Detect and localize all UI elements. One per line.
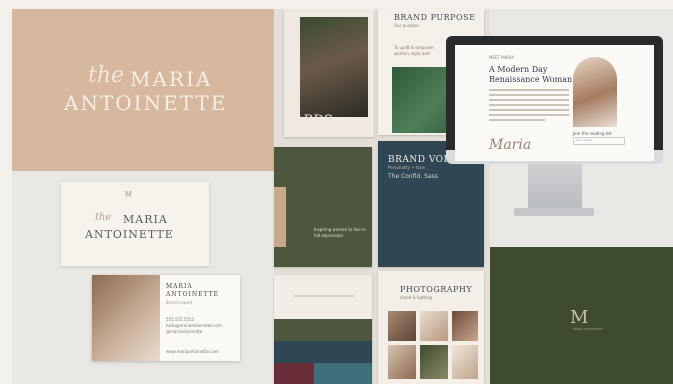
purpose-body-1: To uplift & empower xyxy=(394,45,435,50)
mood-photo xyxy=(452,311,478,341)
monogram-logo-icon: M xyxy=(570,307,589,328)
monogram-icon: M xyxy=(125,190,132,199)
card-email: hello@mariaantoinette.com xyxy=(166,323,222,328)
email-input[interactable]: Your email xyxy=(573,137,625,145)
screen-heading-2: Renaissance Woman xyxy=(489,75,573,84)
mood-photo xyxy=(388,345,416,379)
green-quote-1: Inspiring women to live in xyxy=(314,227,366,232)
screen-heading-1: A Modern Day xyxy=(489,65,548,74)
business-card-front: M the MARIA ANTOINETTE xyxy=(61,182,209,266)
monitor-base xyxy=(514,208,594,216)
page-photography: PHOTOGRAPHY mood & lighting xyxy=(378,271,484,384)
voice-text: The Confid. Sass xyxy=(388,173,438,180)
page-color-palette xyxy=(274,275,372,384)
page-brand-standards: D DARDS xyxy=(284,9,374,137)
portrait-photo xyxy=(300,17,368,117)
card-phone: 555.555.5555 xyxy=(166,317,194,322)
arch-photo xyxy=(573,57,617,127)
logo-the: the xyxy=(88,63,125,88)
screen-signature: Maria xyxy=(489,137,532,153)
green-quote-2: full expression xyxy=(314,233,344,238)
join-label: Join the reading list xyxy=(573,131,612,136)
standards-title-2: DARDS xyxy=(284,113,333,128)
green-logo-panel: M MARIA ANTOINETTE xyxy=(490,247,673,384)
screen-eyebrow: MEET MARIA xyxy=(489,55,515,60)
mood-photo xyxy=(420,345,448,379)
email-placeholder: Your email xyxy=(576,138,592,142)
card-handle: @mariaantoinette xyxy=(166,329,203,334)
card-role: Brand expert xyxy=(166,300,193,305)
mood-photo xyxy=(388,311,416,341)
card-logo-maria: MARIA xyxy=(123,213,168,226)
card-photo xyxy=(92,275,160,361)
monitor-screen: MEET MARIA A Modern Day Renaissance Woma… xyxy=(455,45,654,161)
logo-antoinette: ANTOINETTE xyxy=(64,91,228,115)
logo-panel: the MARIA ANTOINETTE xyxy=(12,9,274,171)
card-name-line2: ANTOINETTE xyxy=(166,291,219,298)
photo-strip xyxy=(274,187,286,247)
monitor-stand xyxy=(528,162,582,212)
monogram-sub: MARIA ANTOINETTE xyxy=(573,327,603,331)
standards-title-1: D xyxy=(284,97,295,112)
voice-sub: Personality + tone xyxy=(388,165,425,170)
purpose-sub: Our purpose xyxy=(394,23,419,28)
swatch-teal xyxy=(314,363,372,384)
swatch-navy xyxy=(274,341,372,363)
photography-title: PHOTOGRAPHY xyxy=(400,285,473,294)
logo-maria: MARIA xyxy=(130,67,213,91)
purpose-title: BRAND PURPOSE xyxy=(394,13,476,22)
swatch-forest xyxy=(274,319,372,341)
text-placeholder xyxy=(294,295,354,297)
purpose-body-2: women, style and xyxy=(394,51,430,56)
card-logo-the: the xyxy=(95,212,112,223)
mood-photo xyxy=(420,311,448,341)
card-website: www.mariaantoinette.com xyxy=(166,349,219,354)
business-cards-panel: M the MARIA ANTOINETTE MARIA ANTOINETTE … xyxy=(12,171,274,384)
screen-body-text xyxy=(489,89,569,124)
photography-sub: mood & lighting xyxy=(400,295,433,300)
page-green-quote: Inspiring women to live in full expressi… xyxy=(274,147,372,267)
mood-photo xyxy=(452,345,478,379)
card-logo-antoinette: ANTOINETTE xyxy=(85,228,174,241)
business-card-back: MARIA ANTOINETTE Brand expert 555.555.55… xyxy=(92,275,240,361)
swatch-wine xyxy=(274,363,314,384)
card-name-line1: MARIA xyxy=(166,283,193,290)
